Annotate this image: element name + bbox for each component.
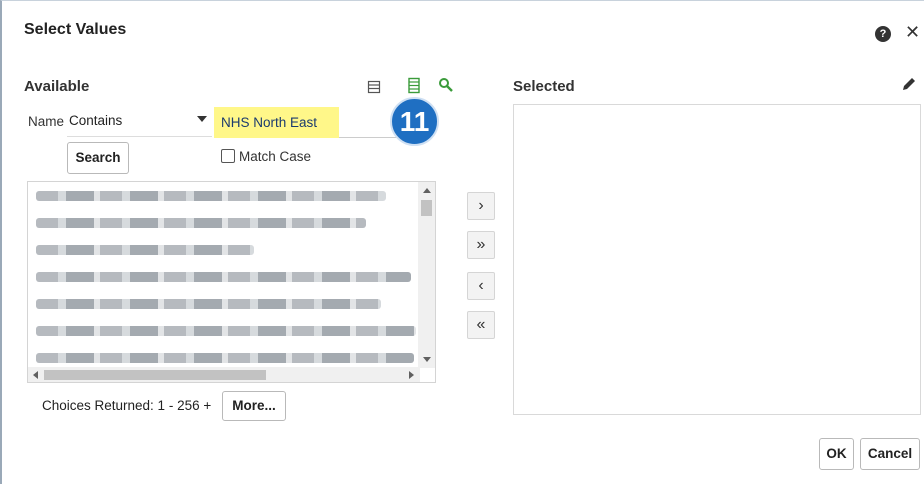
search-value-input[interactable]: NHS North East — [214, 107, 414, 138]
checkbox-box[interactable] — [221, 149, 235, 163]
list-item[interactable] — [36, 299, 381, 309]
name-label: Name — [28, 114, 65, 129]
horizontal-scroll-thumb[interactable] — [44, 370, 266, 380]
select-values-dialog: Select Values ? ✕ Available Selected Nam… — [0, 0, 924, 484]
vertical-scrollbar[interactable] — [418, 182, 435, 368]
cancel-button[interactable]: Cancel — [860, 438, 920, 470]
selected-title: Selected — [513, 78, 575, 95]
list-item[interactable] — [36, 245, 254, 255]
close-icon[interactable]: ✕ — [905, 23, 920, 41]
operator-select[interactable]: Contains — [67, 107, 212, 137]
pencil-icon[interactable] — [900, 75, 918, 98]
move-all-button[interactable]: » — [467, 231, 495, 259]
match-case-label: Match Case — [239, 149, 312, 164]
list-view-icon[interactable] — [367, 77, 381, 100]
remove-all-button[interactable]: « — [467, 311, 495, 339]
match-case-checkbox[interactable]: Match Case — [221, 149, 311, 164]
ok-button[interactable]: OK — [819, 438, 854, 470]
list-item[interactable] — [36, 218, 366, 228]
help-icon[interactable]: ? — [875, 26, 891, 42]
scroll-down-icon[interactable] — [423, 357, 431, 362]
step-number-badge: 11 — [390, 97, 439, 146]
move-selected-button[interactable]: › — [467, 192, 495, 220]
selected-values-list[interactable] — [513, 104, 921, 415]
more-button[interactable]: More... — [222, 391, 286, 421]
scroll-left-icon[interactable] — [33, 371, 38, 379]
list-item[interactable] — [36, 191, 386, 201]
dialog-title: Select Values — [24, 21, 127, 38]
scroll-right-icon[interactable] — [409, 371, 414, 379]
scroll-up-icon[interactable] — [423, 188, 431, 193]
horizontal-scrollbar[interactable] — [28, 367, 420, 382]
available-values-list[interactable] — [27, 181, 436, 383]
search-button[interactable]: Search — [67, 142, 129, 174]
operator-value: Contains — [69, 113, 123, 128]
available-title: Available — [24, 78, 90, 95]
list-item[interactable] — [36, 326, 416, 336]
chevron-down-icon — [197, 116, 207, 122]
remove-selected-button[interactable]: ‹ — [467, 272, 495, 300]
list-item[interactable] — [36, 272, 411, 282]
list-item[interactable] — [36, 353, 414, 363]
vertical-scroll-thumb[interactable] — [421, 200, 432, 216]
search-value-text[interactable]: NHS North East — [214, 107, 339, 138]
choices-returned-label: Choices Returned: 1 - 256 + — [42, 398, 212, 413]
search-icon[interactable] — [438, 77, 454, 98]
